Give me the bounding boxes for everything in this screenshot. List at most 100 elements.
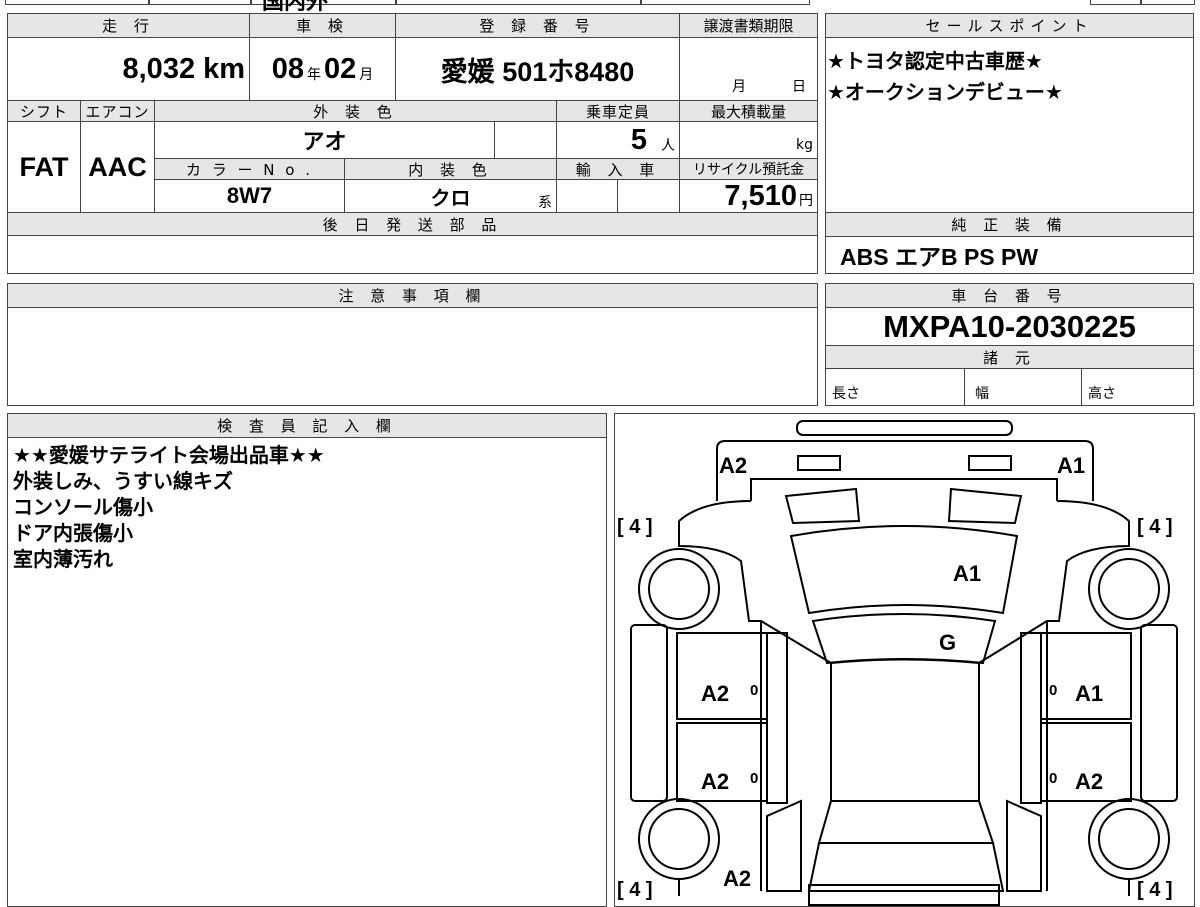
- mark-front-left: A2: [719, 453, 747, 478]
- color-no-cell: 8W7: [154, 179, 345, 213]
- mark-front-right: A1: [1057, 453, 1085, 478]
- spec-height-cell: 高さ: [1081, 368, 1194, 406]
- car-diagram: A2 A1 A1 G A2 A1 A2 A2 A2 [ 4 ] [ 4 ] [ …: [617, 420, 1178, 906]
- mileage-cell: 8,032 km: [7, 37, 250, 101]
- notes-header: 注 意 事 項 欄: [7, 283, 818, 308]
- spec-height-label: 高さ: [1088, 386, 1116, 402]
- front-nose: [716, 440, 1094, 501]
- later-parts-cell: [7, 235, 818, 274]
- mileage-header: 走 行: [7, 13, 250, 38]
- wheel-rear-left: [638, 798, 720, 880]
- shift-cell: FAT: [7, 121, 81, 213]
- inspector-header: 検 査 員 記 入 欄: [7, 413, 607, 438]
- mark-tire-fr: [ 4 ]: [1137, 516, 1173, 538]
- inspection-month-unit: 月: [359, 67, 374, 83]
- windshield: [811, 613, 997, 665]
- mark-tire-fl: [ 4 ]: [617, 516, 653, 538]
- deadline-day-unit: 日: [792, 79, 806, 95]
- inspector-line-2: 外装しみ、うすい線キズ: [13, 469, 233, 493]
- sales-points-body: ★トヨタ認定中古車歴★ ★オークションデビュー★: [825, 37, 1194, 213]
- front-left-light: [797, 455, 841, 471]
- spec-length-label: 長さ: [832, 386, 860, 402]
- roof: [830, 658, 980, 802]
- recycle-fee-value: 7,510: [724, 179, 797, 212]
- exterior-color-header: 外 装 色: [154, 100, 557, 122]
- right-front-door: [1040, 632, 1132, 720]
- exterior-color-cell: アオ: [154, 121, 495, 159]
- transfer-deadline-cell: 月 日: [679, 37, 818, 101]
- exterior-color-extra: [494, 121, 557, 159]
- sales-points-header: セールスポイント: [825, 13, 1194, 38]
- capacity-unit: 人: [661, 138, 675, 154]
- right-rocker: [1140, 624, 1178, 802]
- rear-window: [817, 800, 995, 844]
- capacity-value: 5: [630, 123, 647, 156]
- inspection-year: 08: [271, 52, 304, 85]
- inspection-month: 02: [324, 52, 357, 85]
- inspector-line-4: ドア内張傷小: [13, 521, 133, 545]
- left-rocker: [630, 624, 668, 802]
- chassis-header: 車 台 番 号: [825, 283, 1194, 308]
- front-grille-right: [947, 487, 1023, 525]
- aircon-header: エアコン: [80, 100, 155, 122]
- mark-windshield: G: [939, 630, 956, 655]
- mark-hood: A1: [953, 561, 981, 586]
- wheel-front-left: [638, 548, 720, 630]
- mileage-value: 8,032: [122, 52, 196, 85]
- aircon-cell: AAC: [80, 121, 155, 213]
- capacity-header: 乗車定員: [556, 100, 680, 122]
- import-cell-b: [617, 179, 680, 213]
- mark-small-2: 0: [1049, 682, 1057, 699]
- interior-color-header: 内 装 色: [344, 158, 557, 180]
- inspection-year-unit: 年: [307, 67, 321, 83]
- spec-width-cell: 幅: [964, 368, 1082, 406]
- color-no-header: カ ラ ー N o .: [154, 158, 345, 180]
- equipment-header: 純 正 装 備: [825, 212, 1194, 237]
- mark-small-1: 0: [750, 682, 758, 699]
- recycle-fee-header: リサイクル預託金: [679, 158, 818, 180]
- mileage-unit: km: [203, 52, 245, 85]
- front-right-light: [968, 455, 1012, 471]
- mark-small-3: 0: [750, 770, 758, 787]
- sales-point-line-2: ★オークションデビュー★: [827, 80, 1063, 104]
- inspector-body: ★★愛媛サテライト会場出品車★★ 外装しみ、うすい線キズ コンソール傷小 ドア内…: [7, 437, 607, 907]
- import-cell-a: [556, 179, 618, 213]
- exterior-color-value: アオ: [302, 129, 347, 154]
- max-load-cell: kg: [679, 121, 818, 159]
- trunk: [807, 842, 1005, 892]
- sales-point-line-1: ★トヨタ認定中古車歴★: [827, 49, 1043, 73]
- rear-bumper: [808, 884, 1000, 906]
- spec-length-cell: 長さ: [825, 368, 965, 406]
- transfer-deadline-header: 譲渡書類期限: [679, 13, 818, 38]
- interior-color-suffix: 系: [538, 195, 552, 211]
- mark-right-front-door: A1: [1075, 681, 1103, 706]
- inspector-line-3: コンソール傷小: [13, 495, 153, 519]
- recycle-fee-cell: 7,510 円: [679, 179, 818, 213]
- interior-color-value: クロ: [430, 187, 471, 210]
- front-grille-left: [784, 487, 861, 525]
- wheel-rear-right: [1088, 798, 1170, 880]
- mark-tire-rr: [ 4 ]: [1137, 879, 1173, 901]
- left-front-door: [676, 632, 768, 720]
- chassis-value: MXPA10-2030225: [883, 308, 1136, 344]
- mark-small-4: 0: [1049, 770, 1057, 787]
- shift-value: FAT: [19, 151, 69, 182]
- mark-left-rear-door: A2: [701, 769, 729, 794]
- body-outline: [678, 521, 1130, 891]
- aircon-value: AAC: [88, 151, 147, 182]
- registration-number: 愛媛 501ホ8480: [440, 56, 635, 87]
- chassis-body: MXPA10-2030225: [825, 307, 1194, 346]
- max-load-header: 最大積載量: [679, 100, 818, 122]
- color-no-value: 8W7: [226, 183, 273, 208]
- mark-tire-rl: [ 4 ]: [617, 879, 653, 901]
- inspector-line-1: ★★愛媛サテライト会場出品車★★: [13, 443, 325, 467]
- later-parts-header: 後 日 発 送 部 品: [7, 212, 818, 236]
- car-diagram-frame: A2 A1 A1 G A2 A1 A2 A2 A2 [ 4 ] [ 4 ] [ …: [614, 413, 1195, 907]
- notes-body: [7, 307, 818, 406]
- deadline-month-unit: 月: [732, 79, 746, 95]
- mark-rear-left: A2: [723, 866, 751, 891]
- registration-header: 登 録 番 号: [395, 13, 680, 38]
- hood: [789, 525, 1019, 615]
- import-header: 輸 入 車: [556, 158, 680, 180]
- recycle-fee-unit: 円: [799, 193, 813, 209]
